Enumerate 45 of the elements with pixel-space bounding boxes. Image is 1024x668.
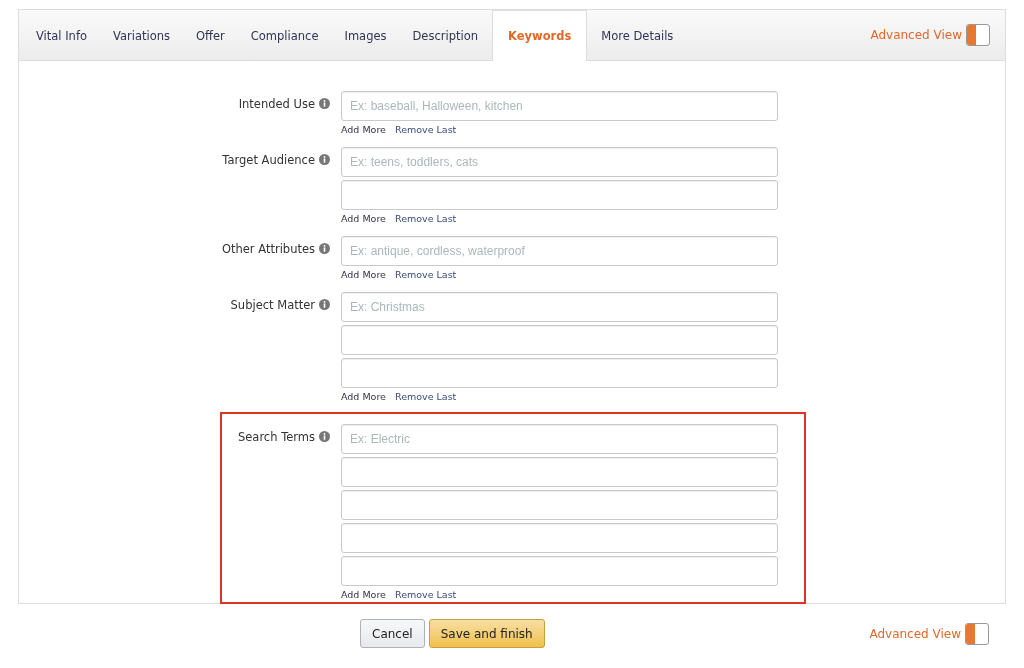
tab[interactable]: Offer — [184, 10, 237, 60]
advanced-view-toggle[interactable] — [965, 622, 989, 645]
add-more-link[interactable]: Add More — [341, 124, 386, 136]
info-icon[interactable] — [319, 431, 330, 442]
input-field[interactable] — [341, 457, 778, 487]
input-field[interactable]: Ex: teens, toddlers, cats — [341, 147, 778, 177]
field-label: Other Attributes — [221, 242, 315, 256]
input-field[interactable] — [341, 358, 778, 388]
input-field[interactable]: Ex: antique, cordless, waterproof — [341, 236, 778, 266]
add-more-link[interactable]: Add More — [341, 589, 386, 601]
info-icon[interactable] — [319, 243, 330, 254]
info-icon[interactable] — [319, 299, 330, 310]
remove-last-link[interactable]: Remove Last — [394, 213, 457, 225]
tab[interactable]: Variations — [101, 10, 182, 60]
advanced-view-label: Advanced View — [869, 626, 961, 641]
info-icon[interactable] — [319, 98, 330, 109]
remove-last-link[interactable]: Remove Last — [394, 589, 457, 601]
input-field[interactable] — [341, 180, 778, 210]
input-field[interactable] — [341, 556, 778, 586]
remove-last-link[interactable]: Remove Last — [394, 391, 457, 403]
add-more-link[interactable]: Add More — [341, 391, 386, 403]
input-field[interactable]: Ex: Christmas — [341, 292, 778, 322]
cancel-button[interactable]: Cancel — [360, 619, 425, 648]
field-label: Search Terms — [237, 430, 315, 444]
tab[interactable]: Compliance — [238, 10, 331, 60]
tab[interactable]: Vital Info — [24, 10, 99, 60]
field-label: Subject Matter — [230, 298, 315, 312]
add-more-link[interactable]: Add More — [341, 213, 386, 225]
add-more-link[interactable]: Add More — [341, 269, 386, 281]
remove-last-link[interactable]: Remove Last — [394, 124, 457, 136]
input-field[interactable] — [341, 325, 778, 355]
tab[interactable]: Description — [400, 10, 490, 60]
field-label: Target Audience — [222, 153, 315, 167]
advanced-view-label: Advanced View — [870, 28, 962, 42]
info-icon[interactable] — [319, 154, 330, 165]
remove-last-link[interactable]: Remove Last — [394, 269, 457, 281]
input-field[interactable]: Ex: baseball, Halloween, kitchen — [341, 91, 778, 121]
save-button[interactable]: Save and finish — [428, 619, 545, 648]
input-field[interactable] — [341, 490, 778, 520]
input-field[interactable] — [341, 523, 778, 553]
tab[interactable]: Images — [332, 10, 399, 60]
tab[interactable]: More Details — [589, 10, 686, 60]
field-label: Intended Use — [238, 97, 315, 111]
advanced-view-toggle[interactable] — [966, 24, 990, 46]
input-field[interactable]: Ex: Electric — [341, 424, 778, 454]
